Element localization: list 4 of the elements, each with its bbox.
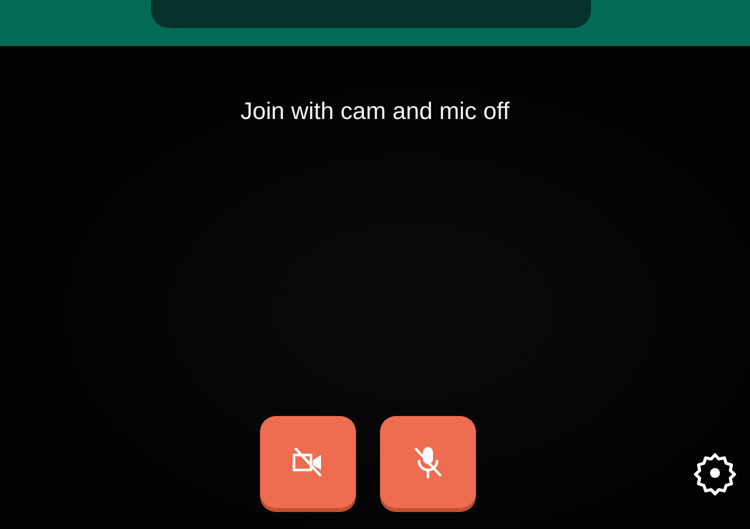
camera-toggle-button[interactable]: [260, 416, 356, 508]
join-prompt: Join with cam and mic off: [240, 98, 510, 125]
settings-icon[interactable]: [692, 450, 738, 496]
microphone-toggle-button[interactable]: [380, 416, 476, 508]
